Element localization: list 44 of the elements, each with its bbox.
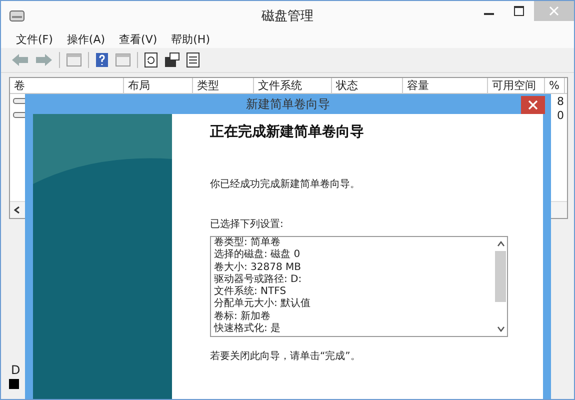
- column-header[interactable]: 文件系统: [254, 78, 332, 93]
- setting-line: 卷大小: 32878 MB: [214, 262, 302, 274]
- wizard-heading: 正在完成新建简单卷向导: [210, 123, 365, 141]
- column-header[interactable]: 可用空间: [488, 78, 545, 93]
- column-header[interactable]: 状态: [332, 78, 403, 93]
- setting-line: 驱动器号或路径: D:: [214, 274, 303, 286]
- settings-list[interactable]: 卷类型: 简单卷 选择的磁盘: 磁盘 0 卷大小: 32878 MB 驱动器号或路径: D: 文件系统: NTFS 分配单元大小: 默认值 卷标: 新加卷 快速格式化: 是: [210, 236, 508, 337]
- table-cell: 0: [557, 108, 564, 122]
- scroll-up-icon[interactable]: [496, 241, 504, 247]
- legend-swatch: [9, 379, 19, 389]
- scrollbar-thumb[interactable]: [495, 251, 506, 302]
- setting-line: 文件系统: NTFS: [214, 286, 288, 298]
- menu-item[interactable]: 文件(F): [16, 32, 53, 46]
- column-header[interactable]: %: [545, 78, 565, 93]
- minimize-icon: [484, 13, 494, 15]
- window-title: 磁盘管理: [260, 8, 314, 24]
- instruction-text: 若要关闭此向导，请单击“完成”。: [210, 350, 362, 363]
- maximize-icon: [514, 6, 524, 16]
- column-header[interactable]: 类型: [193, 78, 254, 93]
- menu-item[interactable]: 操作(A): [66, 32, 106, 46]
- menu-item[interactable]: 帮助(H): [171, 32, 210, 46]
- scroll-down-icon[interactable]: [496, 326, 504, 332]
- close-icon: [549, 6, 559, 16]
- help-icon[interactable]: [95, 52, 109, 68]
- close-button[interactable]: [521, 96, 545, 114]
- settings-label: 已选择下列设置:: [210, 218, 284, 231]
- setting-line: 快速格式化: 是: [214, 323, 282, 336]
- column-header[interactable]: 容量: [403, 78, 488, 93]
- table-cell: 8: [557, 94, 564, 108]
- dialog-title: 新建简单卷向导: [246, 96, 330, 112]
- completion-message: 你已经成功完成新建简单卷向导。: [210, 178, 361, 191]
- setting-line: 卷类型: 简单卷: [214, 237, 282, 248]
- setting-line: 分配单元大小: 默认值: [214, 298, 312, 310]
- left-chevron-icon: [14, 206, 20, 214]
- menu-item[interactable]: 查看(V): [119, 32, 158, 46]
- disk-label: D: [10, 363, 22, 377]
- column-header[interactable]: 卷: [10, 78, 124, 93]
- properties-icon[interactable]: [164, 52, 180, 68]
- refresh-document-icon[interactable]: [144, 52, 158, 68]
- column-header[interactable]: 布局: [124, 78, 193, 93]
- setting-line: 卷标: 新加卷: [214, 310, 272, 322]
- close-icon: [528, 100, 538, 110]
- checklist-icon[interactable]: [186, 52, 200, 68]
- setting-line: 选择的磁盘: 磁盘 0: [214, 249, 302, 262]
